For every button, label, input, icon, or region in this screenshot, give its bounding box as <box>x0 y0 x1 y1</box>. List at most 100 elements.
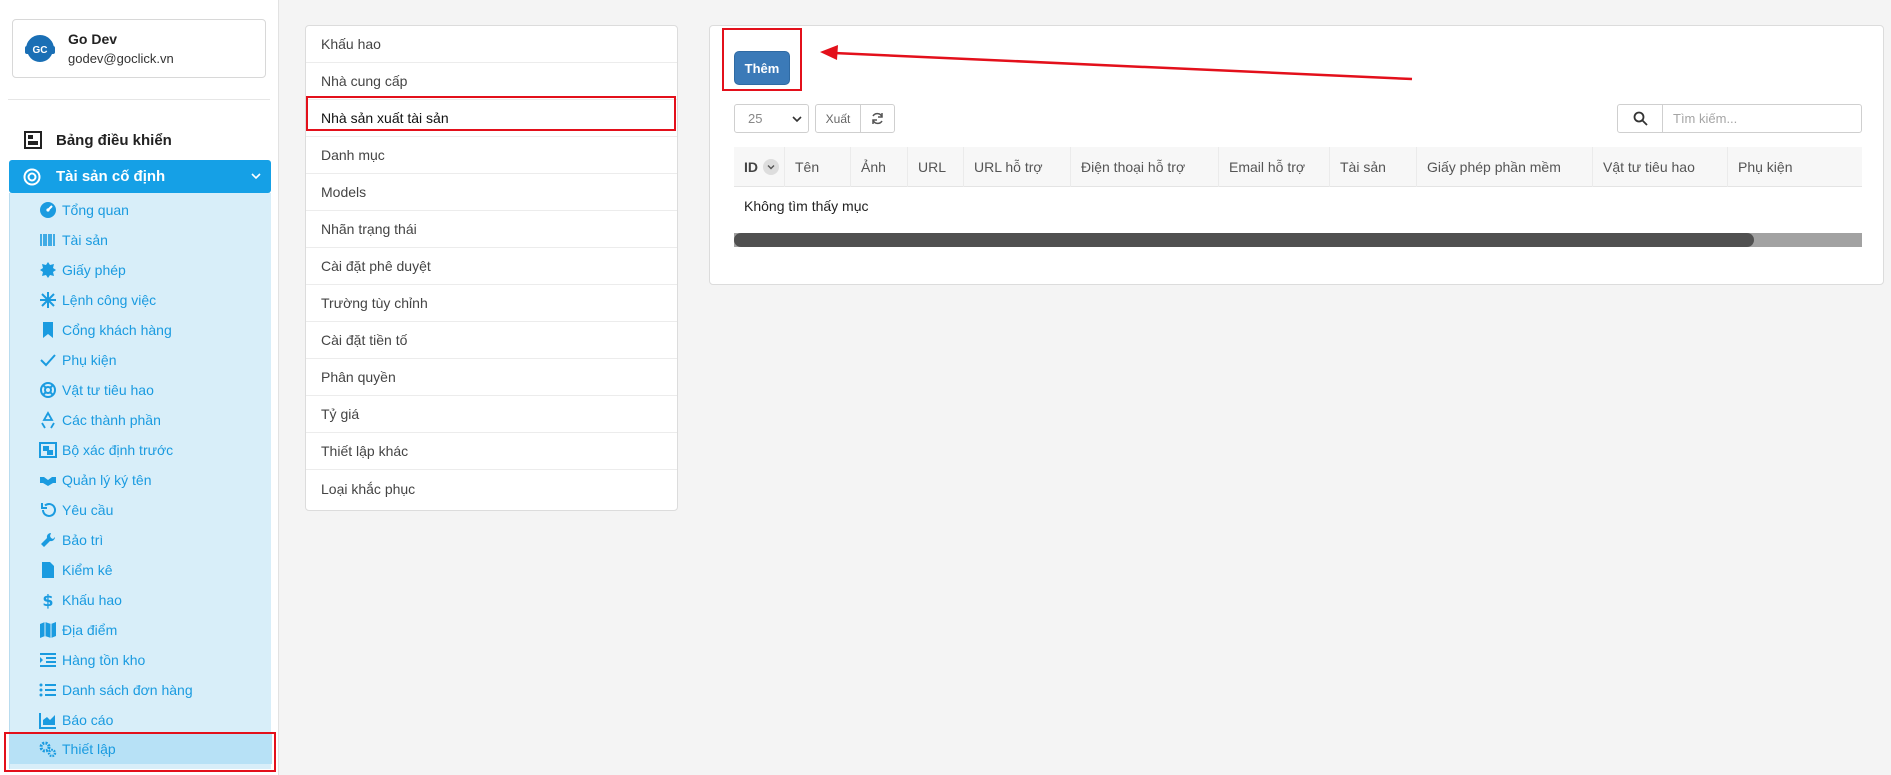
search-icon <box>1633 111 1648 126</box>
settings-item-other-settings[interactable]: Thiết lập khác <box>306 433 677 470</box>
nav-item-work-orders[interactable]: Lệnh công việc <box>38 289 156 311</box>
settings-item-approval-settings[interactable]: Cài đặt phê duyệt <box>306 248 677 285</box>
goclick-logo-icon: GC <box>25 35 55 62</box>
nav-item-depreciation[interactable]: $ Khấu hao <box>38 589 122 611</box>
nav-item-accessories[interactable]: Phụ kiện <box>38 349 116 371</box>
user-email: godev@goclick.vn <box>68 51 174 66</box>
column-header-name[interactable]: Tên <box>785 147 851 187</box>
refresh-icon <box>872 112 883 125</box>
page-size-value: 25 <box>748 111 763 126</box>
snowflake-icon <box>38 290 58 310</box>
highlight-manufacturers <box>306 96 676 131</box>
barcode-icon <box>38 230 58 250</box>
settings-item-custom-fields[interactable]: Trường tùy chỉnh <box>306 285 677 322</box>
nav-item-label: Địa điểm <box>62 622 118 638</box>
sort-icon[interactable] <box>763 159 779 175</box>
settings-item-depreciation[interactable]: Khấu hao <box>306 26 677 63</box>
nav-item-customer-portal[interactable]: Cổng khách hàng <box>38 319 172 341</box>
list-icon <box>38 680 58 700</box>
nav-item-components[interactable]: Các thành phần <box>38 409 161 431</box>
nav-item-predefined-kits[interactable]: Bộ xác định trước <box>38 439 173 461</box>
nav-item-label: Khấu hao <box>62 592 122 608</box>
settings-item-categories[interactable]: Danh mục <box>306 137 677 174</box>
column-header-accessories[interactable]: Phụ kiện <box>1728 147 1862 187</box>
settings-item-models[interactable]: Models <box>306 174 677 211</box>
nav-dashboard[interactable]: Bảng điều khiển <box>24 130 172 150</box>
nav-item-reports[interactable]: Báo cáo <box>38 709 113 731</box>
submenu: Tổng quan Tài sản Giấy phép Lệnh công vi… <box>9 193 272 769</box>
target-icon <box>23 168 41 185</box>
nav-item-label: Tài sản <box>62 232 108 248</box>
check-icon <box>38 350 58 370</box>
column-header-support-url[interactable]: URL hỗ trợ <box>964 147 1071 187</box>
settings-item-remediation-types[interactable]: Loại khắc phục <box>306 470 677 507</box>
settings-item-exchange-rate[interactable]: Tỷ giá <box>306 396 677 433</box>
column-header-image[interactable]: Ảnh <box>851 147 908 187</box>
handshake-icon <box>38 470 58 490</box>
nav-item-label: Hàng tồn kho <box>62 652 146 668</box>
column-header-consumables[interactable]: Vật tư tiêu hao <box>1593 147 1728 187</box>
nav-item-requests[interactable]: Yêu cầu <box>38 499 113 521</box>
nav-item-label: Danh sách đơn hàng <box>62 682 193 698</box>
nav-group-label: Tài sản cố định <box>56 168 166 185</box>
chevron-down-icon <box>792 116 802 123</box>
column-header-id[interactable]: ID <box>734 147 785 187</box>
nav-item-label: Giấy phép <box>62 262 126 278</box>
page-size-select[interactable]: 25 <box>734 104 809 133</box>
map-icon <box>38 620 58 640</box>
search-button[interactable] <box>1617 104 1663 133</box>
table-header: ID Tên Ảnh URL URL hỗ trợ Điện thoại hỗ … <box>734 147 1862 187</box>
nav-item-label: Quản lý ký tên <box>62 472 152 488</box>
dollar-icon: $ <box>38 590 58 610</box>
refresh-button[interactable] <box>860 104 895 133</box>
recycle-icon <box>38 410 58 430</box>
nav-item-label: Cổng khách hàng <box>62 322 172 338</box>
settings-item-permissions[interactable]: Phân quyền <box>306 359 677 396</box>
column-header-software-licenses[interactable]: Giấy phép phần mềm <box>1417 147 1593 187</box>
divider <box>8 99 270 100</box>
nav-item-maintenance[interactable]: Bảo trì <box>38 529 103 551</box>
nav-item-label: Bảo trì <box>62 532 104 548</box>
column-header-support-phone[interactable]: Điện thoại hỗ trợ <box>1071 147 1219 187</box>
nav-item-label: Yêu cầu <box>62 502 114 518</box>
user-card[interactable]: GC Go Dev godev@goclick.vn <box>12 19 266 78</box>
nav-dashboard-label: Bảng điều khiển <box>56 131 172 149</box>
certificate-icon <box>38 260 58 280</box>
scrollbar-thumb[interactable] <box>734 233 1754 247</box>
nav-item-audit[interactable]: Kiểm kê <box>38 559 113 581</box>
nav-item-assets[interactable]: Tài sản <box>38 229 108 251</box>
user-name: Go Dev <box>68 31 118 47</box>
object-group-icon <box>38 440 58 460</box>
nav-item-licenses[interactable]: Giấy phép <box>38 259 126 281</box>
nav-item-label: Các thành phần <box>62 412 161 428</box>
column-header-label: ID <box>744 159 758 175</box>
nav-item-consumables[interactable]: Vật tư tiêu hao <box>38 379 154 401</box>
sidebar: GC Go Dev godev@goclick.vn Bảng điều khi… <box>0 0 279 775</box>
nav-group-fixed-assets[interactable]: Tài sản cố định <box>9 160 271 193</box>
nav-item-inventory[interactable]: Hàng tồn kho <box>38 649 145 671</box>
empty-table-message: Không tìm thấy mục <box>744 198 869 214</box>
nav-item-overview[interactable]: Tổng quan <box>38 199 129 221</box>
svg-text:GC: GC <box>33 45 48 56</box>
file-icon <box>38 560 58 580</box>
indent-icon <box>38 650 58 670</box>
dashboard-gauge-icon <box>38 200 58 220</box>
nav-item-label: Báo cáo <box>62 712 114 728</box>
life-ring-icon <box>38 380 58 400</box>
export-button[interactable]: Xuất <box>815 104 861 133</box>
avatar: GC <box>23 32 57 66</box>
column-header-url[interactable]: URL <box>908 147 964 187</box>
nav-item-locations[interactable]: Địa điểm <box>38 619 117 641</box>
nav-item-order-list[interactable]: Danh sách đơn hàng <box>38 679 193 701</box>
column-header-support-email[interactable]: Email hỗ trợ <box>1219 147 1330 187</box>
horizontal-scrollbar[interactable] <box>734 233 1862 247</box>
settings-item-prefix-settings[interactable]: Cài đặt tiền tố <box>306 322 677 359</box>
settings-item-suppliers[interactable]: Nhà cung cấp <box>306 63 677 100</box>
search-input[interactable] <box>1662 104 1862 133</box>
nav-item-signature-management[interactable]: Quản lý ký tên <box>38 469 152 491</box>
chevron-down-icon <box>251 173 261 180</box>
column-header-assets[interactable]: Tài sản <box>1330 147 1417 187</box>
nav-item-label: Lệnh công việc <box>62 292 157 308</box>
settings-item-status-labels[interactable]: Nhãn trạng thái <box>306 211 677 248</box>
highlight-settings <box>4 732 276 772</box>
